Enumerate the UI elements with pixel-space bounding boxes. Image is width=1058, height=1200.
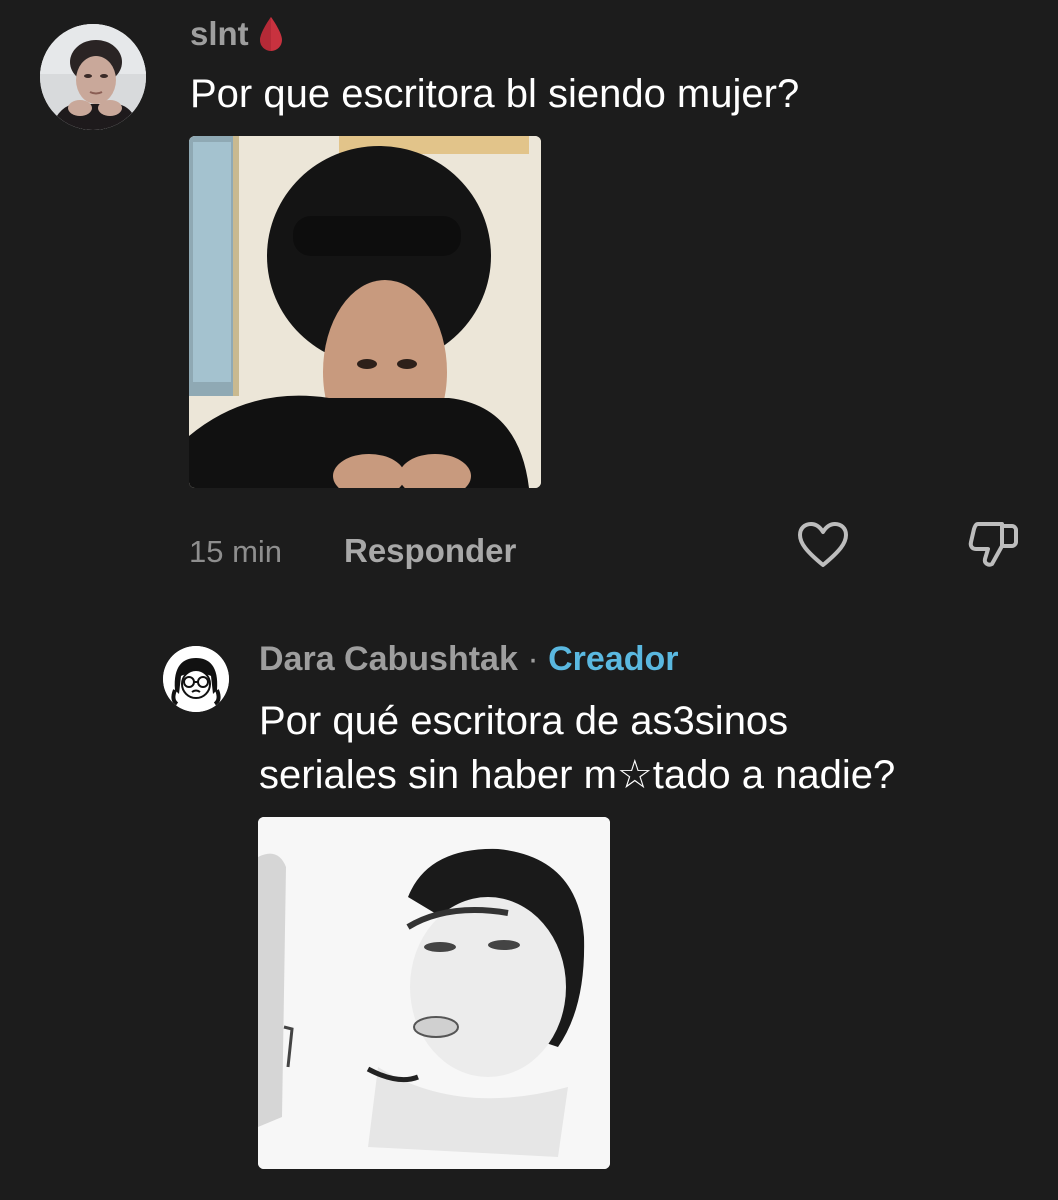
reply-author-name[interactable]: Dara Cabushtak (259, 640, 518, 678)
comment-timestamp: 15 min (189, 534, 283, 569)
comment-image[interactable] (189, 136, 541, 488)
creator-avatar[interactable] (163, 646, 229, 712)
comment-username-row: slnt (190, 14, 285, 54)
creator-badge: Creador (548, 640, 679, 678)
reply-text: Por qué escritora de as3sinos seriales s… (259, 694, 1039, 802)
dislike-button[interactable] (966, 518, 1020, 570)
like-button[interactable] (796, 520, 850, 570)
reaction-photo-bw (258, 817, 610, 1169)
avatar-photo (40, 24, 146, 130)
reply-button[interactable]: Responder (344, 530, 516, 572)
reaction-photo (189, 136, 541, 488)
comment-text: Por que escritora bl siendo mujer? (190, 72, 800, 116)
commenter-avatar[interactable] (40, 24, 146, 130)
reply-image[interactable] (258, 817, 610, 1169)
reply-header: Dara Cabushtak · Creador (259, 638, 678, 680)
comment-username[interactable]: slnt (190, 14, 249, 54)
cartoon-girl-avatar (163, 646, 229, 712)
reply-text-line-1: Por qué escritora de as3sinos (259, 699, 789, 743)
blood-drop-icon (259, 17, 282, 51)
thumbs-down-outline-icon (968, 522, 1018, 567)
heart-outline-icon (798, 522, 848, 567)
reply-separator: · (517, 640, 549, 678)
reply-text-line-2: seriales sin haber m☆tado a nadie? (259, 753, 896, 797)
